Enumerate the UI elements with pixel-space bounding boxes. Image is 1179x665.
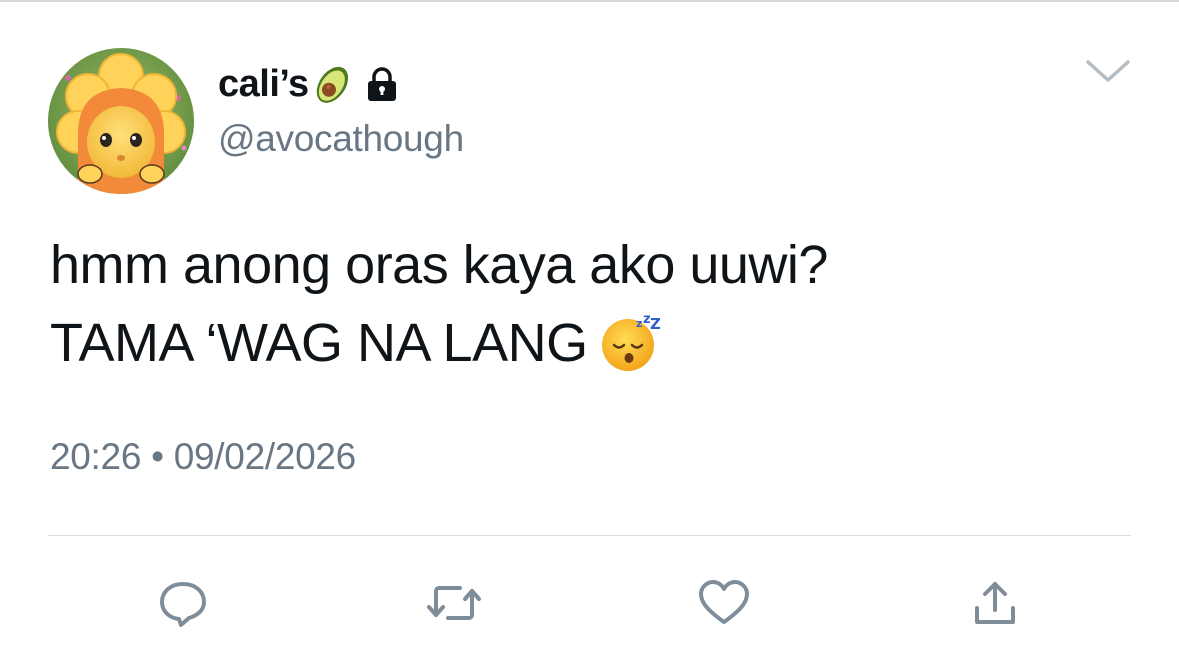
svg-text:Z: Z [650, 315, 660, 333]
sleeping-face-emoji: z z Z [598, 311, 661, 373]
svg-text:z: z [636, 317, 642, 330]
reply-icon [157, 578, 209, 628]
retweet-button[interactable] [427, 578, 481, 628]
separator-dot: • [151, 436, 164, 477]
share-icon [969, 578, 1021, 628]
share-button[interactable] [968, 578, 1022, 628]
retweet-icon [426, 581, 482, 625]
lock-icon [365, 66, 399, 102]
display-name[interactable]: cali’s [218, 63, 309, 106]
top-divider [0, 0, 1179, 2]
tweet-text: hmm anong oras kaya ako uuwi? TAMA ‘WAG … [50, 226, 1130, 382]
like-button[interactable] [697, 578, 751, 628]
chevron-down-icon[interactable] [1084, 56, 1132, 88]
avocado-emoji [311, 61, 355, 107]
tweet-text-line-1: hmm anong oras kaya ako uuwi? [50, 235, 828, 295]
tweet-time: 20:26 [50, 436, 142, 477]
tweet-date: 09/02/2026 [173, 436, 356, 477]
handle[interactable]: @avocathough [218, 118, 464, 160]
tweet-text-line-2-row: TAMA ‘WAG NA LANG z z Z [50, 304, 1130, 382]
heart-icon [697, 579, 751, 627]
tweet-timestamp[interactable]: 20:26 • 09/02/2026 [50, 436, 356, 478]
reply-button[interactable] [156, 578, 210, 628]
tweet-text-line-2: TAMA ‘WAG NA LANG [50, 313, 588, 373]
display-name-row[interactable]: cali’s [218, 60, 399, 108]
avatar[interactable] [48, 48, 194, 194]
actions-divider [48, 535, 1131, 536]
